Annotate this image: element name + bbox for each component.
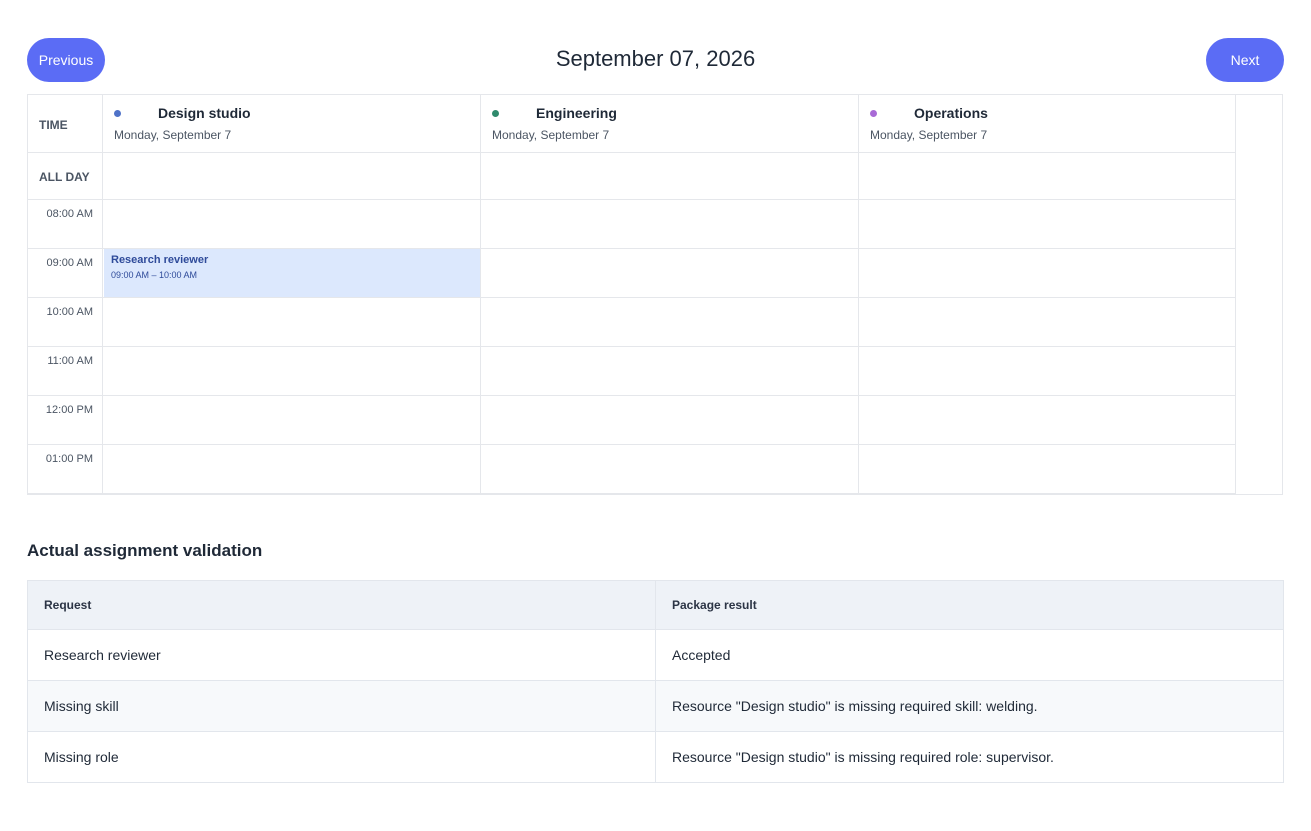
calendar-grid: TIME Design studio Monday, September 7 E…	[28, 95, 1237, 494]
result-cell: Accepted	[655, 629, 1284, 681]
time-column-header: TIME	[28, 95, 103, 152]
all-day-cell[interactable]	[859, 153, 1237, 199]
table-row: Research reviewer Accepted	[27, 629, 1284, 681]
time-label: 12:00 PM	[28, 396, 103, 444]
validation-section-title: Actual assignment validation	[27, 541, 263, 560]
time-slot-cell[interactable]	[103, 347, 481, 395]
resource-date: Monday, September 7	[114, 128, 232, 142]
resource-date: Monday, September 7	[870, 128, 988, 142]
time-slot-row: 11:00 AM	[28, 347, 1237, 396]
time-label: 09:00 AM	[28, 249, 103, 297]
time-slot-cell[interactable]	[103, 445, 481, 493]
table-row: Missing skill Resource "Design studio" i…	[27, 680, 1284, 732]
time-slot-cell[interactable]	[103, 200, 481, 248]
time-slot-row: 12:00 PM	[28, 396, 1237, 445]
resource-name: Operations	[914, 105, 988, 121]
time-label: 01:00 PM	[28, 445, 103, 493]
time-slot-cell[interactable]	[859, 249, 1237, 297]
column-header-result: Package result	[655, 580, 1284, 630]
resource-color-dot	[492, 109, 499, 117]
next-button[interactable]: Next	[1206, 38, 1284, 82]
resource-name: Engineering	[536, 105, 617, 121]
time-slot-cell[interactable]	[481, 347, 859, 395]
all-day-cell[interactable]	[481, 153, 859, 199]
event-title: Research reviewer	[111, 254, 209, 266]
time-slot-row: 08:00 AM	[28, 200, 1237, 249]
time-slot-cell[interactable]	[859, 396, 1237, 444]
request-cell: Missing role	[27, 731, 656, 783]
time-slot-cell[interactable]	[103, 298, 481, 346]
time-label: 10:00 AM	[28, 298, 103, 346]
time-slot-row: 09:00 AM Research reviewer 09:00 AM – 10…	[28, 249, 1237, 298]
resource-header-engineering[interactable]: Engineering Monday, September 7	[481, 95, 859, 152]
time-slot-cell[interactable]	[481, 249, 859, 297]
event-time: 09:00 AM – 10:00 AM	[111, 270, 198, 280]
resource-date: Monday, September 7	[492, 128, 610, 142]
result-cell: Resource "Design studio" is missing requ…	[655, 731, 1284, 783]
all-day-cell[interactable]	[103, 153, 481, 199]
all-day-label: ALL DAY	[28, 153, 103, 199]
result-cell: Resource "Design studio" is missing requ…	[655, 680, 1284, 732]
column-header-request: Request	[27, 580, 656, 630]
resource-header-operations[interactable]: Operations Monday, September 7	[859, 95, 1237, 152]
time-slot-cell[interactable]	[481, 396, 859, 444]
time-slot-row: 10:00 AM	[28, 298, 1237, 347]
time-label: 08:00 AM	[28, 200, 103, 248]
resource-header-design-studio[interactable]: Design studio Monday, September 7	[103, 95, 481, 152]
table-row: Missing role Resource "Design studio" is…	[27, 731, 1284, 783]
all-day-row: ALL DAY	[28, 153, 1237, 200]
time-slot-cell[interactable]: Research reviewer 09:00 AM – 10:00 AM	[103, 249, 481, 297]
time-slot-cell[interactable]	[859, 445, 1237, 493]
time-slot-cell[interactable]	[103, 396, 481, 444]
time-slot-row: 01:00 PM	[28, 445, 1237, 494]
validation-table: Request Package result Research reviewer…	[27, 580, 1284, 783]
calendar-event[interactable]: Research reviewer 09:00 AM – 10:00 AM	[104, 249, 480, 297]
resource-name: Design studio	[158, 105, 251, 121]
current-date-title: September 07, 2026	[555, 46, 756, 71]
resource-color-dot	[114, 109, 121, 117]
time-slot-cell[interactable]	[859, 347, 1237, 395]
request-cell: Missing skill	[27, 680, 656, 732]
resource-color-dot	[870, 109, 877, 117]
time-slot-cell[interactable]	[859, 298, 1237, 346]
time-slot-cell[interactable]	[481, 200, 859, 248]
time-slot-cell[interactable]	[859, 200, 1237, 248]
table-header-row: Request Package result	[27, 580, 1284, 630]
time-label: 11:00 AM	[28, 347, 103, 395]
time-slot-cell[interactable]	[481, 298, 859, 346]
request-cell: Research reviewer	[27, 629, 656, 681]
time-slot-cell[interactable]	[481, 445, 859, 493]
calendar-header-row: TIME Design studio Monday, September 7 E…	[28, 95, 1237, 153]
resource-calendar: TIME Design studio Monday, September 7 E…	[27, 94, 1283, 495]
calendar-scrollbar-area[interactable]	[1235, 95, 1282, 494]
